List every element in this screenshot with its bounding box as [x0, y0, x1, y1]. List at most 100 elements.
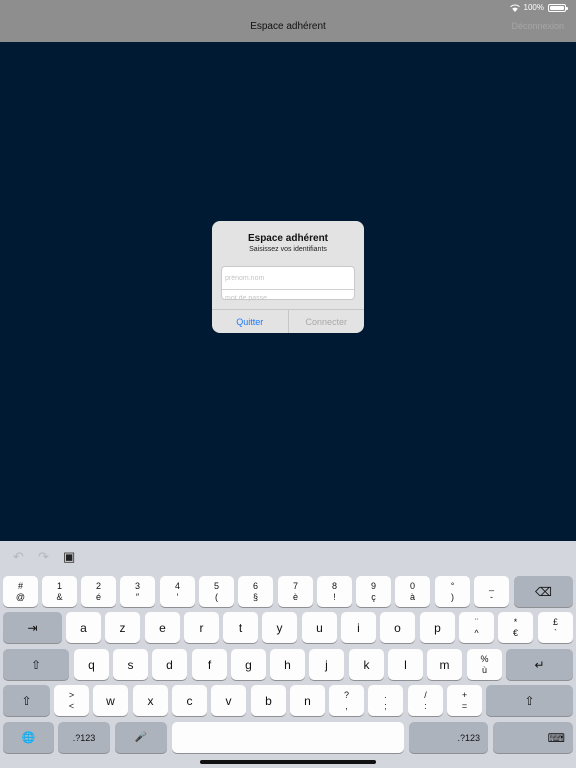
key-i[interactable]: i: [341, 612, 376, 643]
key-period[interactable]: .;: [368, 685, 403, 716]
key-5[interactable]: 5(: [199, 576, 234, 607]
key-q[interactable]: q: [74, 649, 109, 680]
shift-key-left[interactable]: ⇧: [3, 685, 50, 716]
shift-key-right[interactable]: ⇧: [486, 685, 573, 716]
key-top-label: 6: [252, 580, 258, 591]
key-top-label: ¨: [475, 616, 478, 627]
keyboard-shortcut-bar: ↶ ↷ ▣: [0, 541, 576, 573]
key-4[interactable]: 4 ′: [160, 576, 195, 607]
quit-button[interactable]: Quitter: [212, 310, 289, 333]
key-e[interactable]: e: [145, 612, 180, 643]
key-plus[interactable]: + =: [447, 685, 482, 716]
key-degree[interactable]: °): [435, 576, 470, 607]
paste-icon[interactable]: ▣: [63, 549, 75, 565]
key-b[interactable]: b: [251, 685, 286, 716]
key-u[interactable]: u: [302, 612, 337, 643]
key-p[interactable]: p: [420, 612, 455, 643]
key-bottom-label: ): [451, 591, 454, 602]
hide-keyboard-key[interactable]: ⌨: [493, 722, 573, 753]
connect-button[interactable]: Connecter: [289, 310, 365, 333]
key-x[interactable]: x: [133, 685, 168, 716]
dictation-key[interactable]: 🎤: [115, 722, 167, 753]
key-o[interactable]: o: [380, 612, 415, 643]
key-t[interactable]: t: [223, 612, 258, 643]
key-slash[interactable]: /:: [408, 685, 443, 716]
space-bar[interactable]: [172, 722, 404, 753]
alert-title: Espace adhérent: [247, 233, 329, 244]
key-asterisk[interactable]: * €: [498, 612, 533, 643]
key-k[interactable]: k: [349, 649, 384, 680]
key-z[interactable]: z: [105, 612, 140, 643]
key-n[interactable]: n: [290, 685, 325, 716]
redo-icon[interactable]: ↷: [38, 549, 49, 565]
key-top-label: +: [461, 689, 468, 700]
key-v[interactable]: v: [211, 685, 246, 716]
tab-key[interactable]: ⇥: [3, 612, 62, 643]
numbers-key-right[interactable]: .?123: [409, 722, 488, 753]
logout-button[interactable]: Déconnexion: [511, 21, 564, 31]
key-bottom-label: ,: [345, 700, 348, 711]
key-r[interactable]: r: [184, 612, 219, 643]
username-field[interactable]: [222, 270, 354, 287]
caps-lock-key[interactable]: ⇧: [3, 649, 69, 680]
key-pound[interactable]: £ `: [538, 612, 573, 643]
key-1[interactable]: 1 &: [42, 576, 77, 607]
key-3[interactable]: 3 ″: [120, 576, 155, 607]
key-7[interactable]: 7è: [278, 576, 313, 607]
backspace-key[interactable]: ⌫: [514, 576, 573, 607]
navigation-bar: 100% Espace adhérent Déconnexion: [0, 0, 576, 42]
on-screen-keyboard: ↶ ↷ ▣ # @ 1 & 2é 3 ″ 4 ′ 5( 6 § 7è 8! 9ç 0à °…: [0, 541, 576, 768]
key-question[interactable]: ?,: [329, 685, 364, 716]
key-6[interactable]: 6 §: [238, 576, 273, 607]
globe-icon: 🌐: [21, 732, 36, 744]
key-f[interactable]: f: [192, 649, 227, 680]
shift-icon: ⇧: [21, 693, 32, 708]
key-2[interactable]: 2é: [81, 576, 116, 607]
undo-icon[interactable]: ↶: [13, 549, 24, 565]
shift-icon: ⇧: [30, 657, 42, 672]
key-a[interactable]: a: [66, 612, 101, 643]
key-percent[interactable]: % ù: [467, 649, 502, 680]
key-bottom-label: <: [68, 700, 75, 711]
alert-message: Saisissez vos identifiants: [249, 246, 327, 253]
key-top-label: ?: [343, 689, 349, 700]
key-greater-than[interactable]: > <: [54, 685, 89, 716]
key-0[interactable]: 0à: [395, 576, 430, 607]
key-top-label: 1: [56, 580, 62, 591]
key-bottom-label: à: [409, 591, 415, 602]
key-h[interactable]: h: [270, 649, 305, 680]
key-bottom-label: ″: [135, 591, 140, 602]
return-key[interactable]: ↵: [506, 649, 573, 680]
key-c[interactable]: c: [172, 685, 207, 716]
key-8[interactable]: 8!: [317, 576, 352, 607]
key-w[interactable]: w: [93, 685, 128, 716]
backspace-icon: ⌫: [535, 584, 552, 599]
password-field[interactable]: [222, 289, 354, 306]
key-top-label: 8: [331, 580, 337, 591]
key-g[interactable]: g: [231, 649, 266, 680]
return-icon: ↵: [534, 657, 545, 672]
key-bottom-label: €: [512, 627, 518, 638]
key-j[interactable]: j: [309, 649, 344, 680]
key-y[interactable]: y: [262, 612, 297, 643]
key-m[interactable]: m: [427, 649, 462, 680]
key-s[interactable]: s: [113, 649, 148, 680]
key-bottom-label: §: [252, 591, 258, 602]
key-top-label: 3: [134, 580, 140, 591]
battery-percentage: 100%: [523, 3, 544, 12]
battery-icon: [548, 3, 568, 12]
key-top-label: _: [488, 580, 494, 591]
key-l[interactable]: l: [388, 649, 423, 680]
key-9[interactable]: 9ç: [356, 576, 391, 607]
hide-keyboard-icon: ⌨: [547, 730, 565, 745]
key-top-label: .: [384, 689, 387, 700]
alert-buttons: Quitter Connecter: [212, 309, 364, 333]
key-hash[interactable]: # @: [3, 576, 38, 607]
key-circumflex[interactable]: ¨ ^: [459, 612, 494, 643]
key-top-label: 2: [95, 580, 101, 591]
key-d[interactable]: d: [152, 649, 187, 680]
key-underscore[interactable]: _ -: [474, 576, 509, 607]
numbers-key-left[interactable]: .?123: [58, 722, 110, 753]
key-bottom-label: ^: [474, 627, 479, 638]
globe-key[interactable]: 🌐: [3, 722, 54, 753]
